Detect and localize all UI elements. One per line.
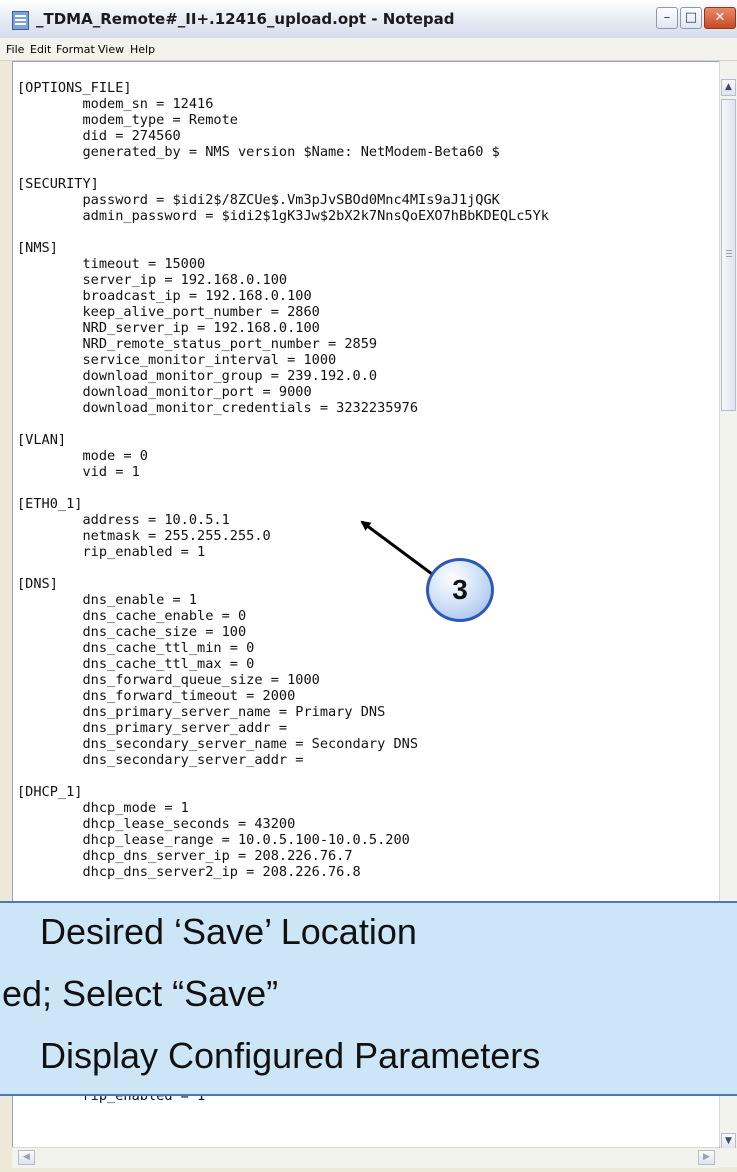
overlay-line-3: Display Configured Parameters bbox=[40, 1035, 541, 1076]
overlay-line-2: ed; Select “Save” bbox=[2, 973, 279, 1014]
overlay-line-1: Desired ‘Save’ Location bbox=[40, 911, 417, 952]
instruction-overlay: Desired ‘Save’ Location ed; Select “Save… bbox=[0, 901, 737, 1096]
callout-arrow bbox=[360, 520, 433, 576]
step-callout-badge: 3 bbox=[426, 558, 494, 622]
